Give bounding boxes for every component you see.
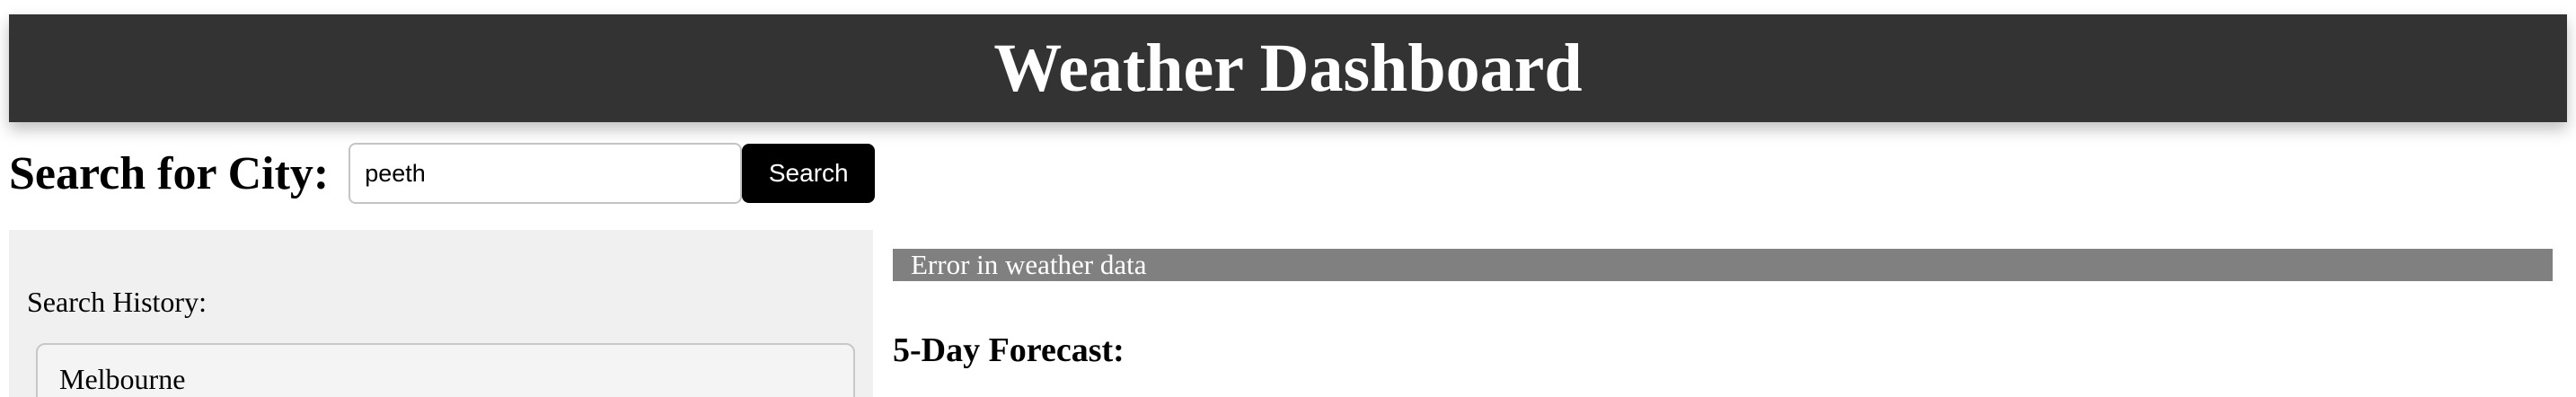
weather-error-message: Error in weather data [893,249,2553,281]
forecast-title: 5-Day Forecast: [893,331,1125,369]
search-history-title: Search History: [27,286,207,318]
page-header: Weather Dashboard [9,14,2567,122]
history-item-melbourne[interactable]: Melbourne [36,343,855,397]
page-title: Weather Dashboard [993,31,1583,106]
search-history-panel: Search History: Melbourne [9,230,873,397]
search-button[interactable]: Search [742,144,876,203]
search-bar: Search for City: Search [9,142,876,205]
page: Weather Dashboard Search for City: Searc… [0,0,2576,397]
search-label: Search for City: [9,147,330,199]
city-search-input[interactable] [348,143,743,204]
